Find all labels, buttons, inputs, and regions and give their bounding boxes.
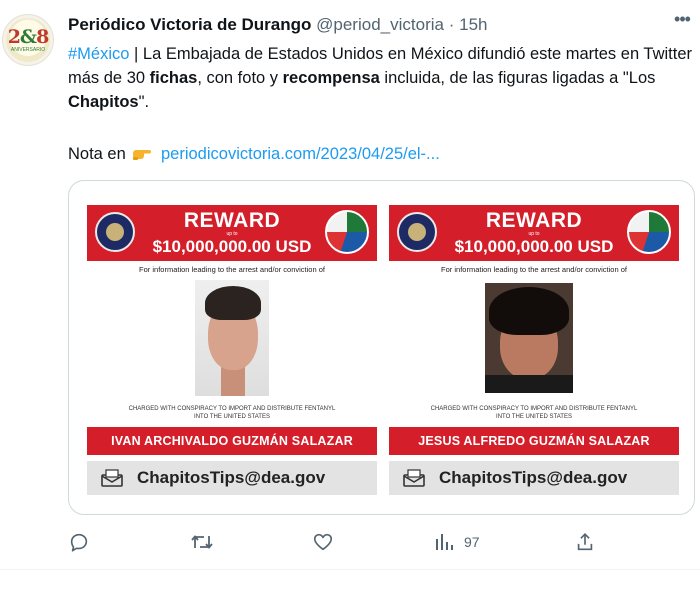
charge-text: CHARGED WITH CONSPIRACY TO IMPORT AND DI… <box>389 405 679 421</box>
envelope-icon <box>403 469 425 487</box>
reply-button[interactable] <box>68 527 90 557</box>
rewards-program-logo <box>627 210 671 254</box>
tweet-text-bold: fichas <box>149 69 198 87</box>
charge-line-1: CHARGED WITH CONSPIRACY TO IMPORT AND DI… <box>430 406 638 412</box>
retweet-button[interactable] <box>190 527 214 557</box>
tweet-time[interactable]: 15h <box>459 15 487 34</box>
tweet-text: #México | La Embajada de Estados Unidos … <box>68 42 692 114</box>
tweet-text-part: ". <box>138 93 150 111</box>
retweet-icon <box>190 531 214 553</box>
views-icon <box>434 531 454 553</box>
heart-icon <box>312 531 334 553</box>
suspect-photo <box>195 280 269 396</box>
note-line: Nota en periodicovictoria.com/2023/04/25… <box>68 142 440 166</box>
note-prefix: Nota en <box>68 145 126 163</box>
suspect-name: IVAN ARCHIVALDO GUZMÁN SALAZAR <box>87 427 377 455</box>
avatar-logo-number: 2&8 <box>7 25 50 48</box>
hashtag-link[interactable]: #México <box>68 45 129 63</box>
avatar[interactable]: 2&8 ANIVERSARIO <box>2 14 54 66</box>
charge-text: CHARGED WITH CONSPIRACY TO IMPORT AND DI… <box>87 405 377 421</box>
tweet[interactable]: 2&8 ANIVERSARIO Periódico Victoria de Du… <box>0 0 700 570</box>
author-name[interactable]: Periódico Victoria de Durango <box>68 15 311 34</box>
tips-email: ChapitosTips@dea.gov <box>137 468 326 487</box>
avatar-logo-subtitle: ANIVERSARIO <box>10 46 46 53</box>
pointing-hand-icon <box>132 144 152 160</box>
tweet-text-bold: recompensa <box>282 69 380 87</box>
avatar-logo: 2&8 ANIVERSARIO <box>6 18 50 62</box>
charge-line-2: INTO THE UNITED STATES <box>496 414 572 420</box>
more-horizontal-icon[interactable]: ••• <box>670 10 694 32</box>
reward-poster[interactable]: REWARD up to $10,000,000.00 USD For info… <box>389 205 679 495</box>
reward-banner: REWARD up to $10,000,000.00 USD <box>87 205 377 261</box>
tweet-text-part: incluida, de las figuras ligadas a "Los <box>379 69 656 87</box>
reply-icon <box>68 531 90 553</box>
rewards-program-logo <box>325 210 369 254</box>
article-link[interactable]: periodicovictoria.com/2023/04/25/el-... <box>161 145 440 163</box>
charge-line-1: CHARGED WITH CONSPIRACY TO IMPORT AND DI… <box>128 406 336 412</box>
reward-info-line: For information leading to the arrest an… <box>139 265 325 274</box>
suspect-photo <box>485 283 573 393</box>
tweet-actions: 97 <box>0 527 700 557</box>
tips-bar: ChapitosTips@dea.gov <box>87 461 377 495</box>
charge-line-2: INTO THE UNITED STATES <box>194 414 270 420</box>
author-handle[interactable]: @period_victoria <box>316 15 444 34</box>
reward-info-line: For information leading to the arrest an… <box>441 265 627 274</box>
like-button[interactable] <box>312 527 334 557</box>
tweet-text-bold: Chapitos <box>68 93 139 111</box>
header-separator: · <box>448 15 455 34</box>
divider <box>0 569 700 570</box>
views-button[interactable]: 97 <box>434 527 480 557</box>
media-card[interactable]: REWARD up to $10,000,000.00 USD For info… <box>68 180 695 515</box>
reward-banner: REWARD up to $10,000,000.00 USD <box>389 205 679 261</box>
suspect-name: JESUS ALFREDO GUZMÁN SALAZAR <box>389 427 679 455</box>
share-button[interactable] <box>574 527 596 557</box>
tips-bar: ChapitosTips@dea.gov <box>389 461 679 495</box>
reward-poster[interactable]: REWARD up to $10,000,000.00 USD For info… <box>87 205 377 495</box>
envelope-icon <box>101 469 123 487</box>
tweet-text-part: , con foto y <box>197 69 283 87</box>
tips-email: ChapitosTips@dea.gov <box>439 468 628 487</box>
tweet-header: Periódico Victoria de Durango @period_vi… <box>68 14 487 36</box>
views-count: 97 <box>464 534 480 550</box>
share-icon <box>574 531 596 553</box>
